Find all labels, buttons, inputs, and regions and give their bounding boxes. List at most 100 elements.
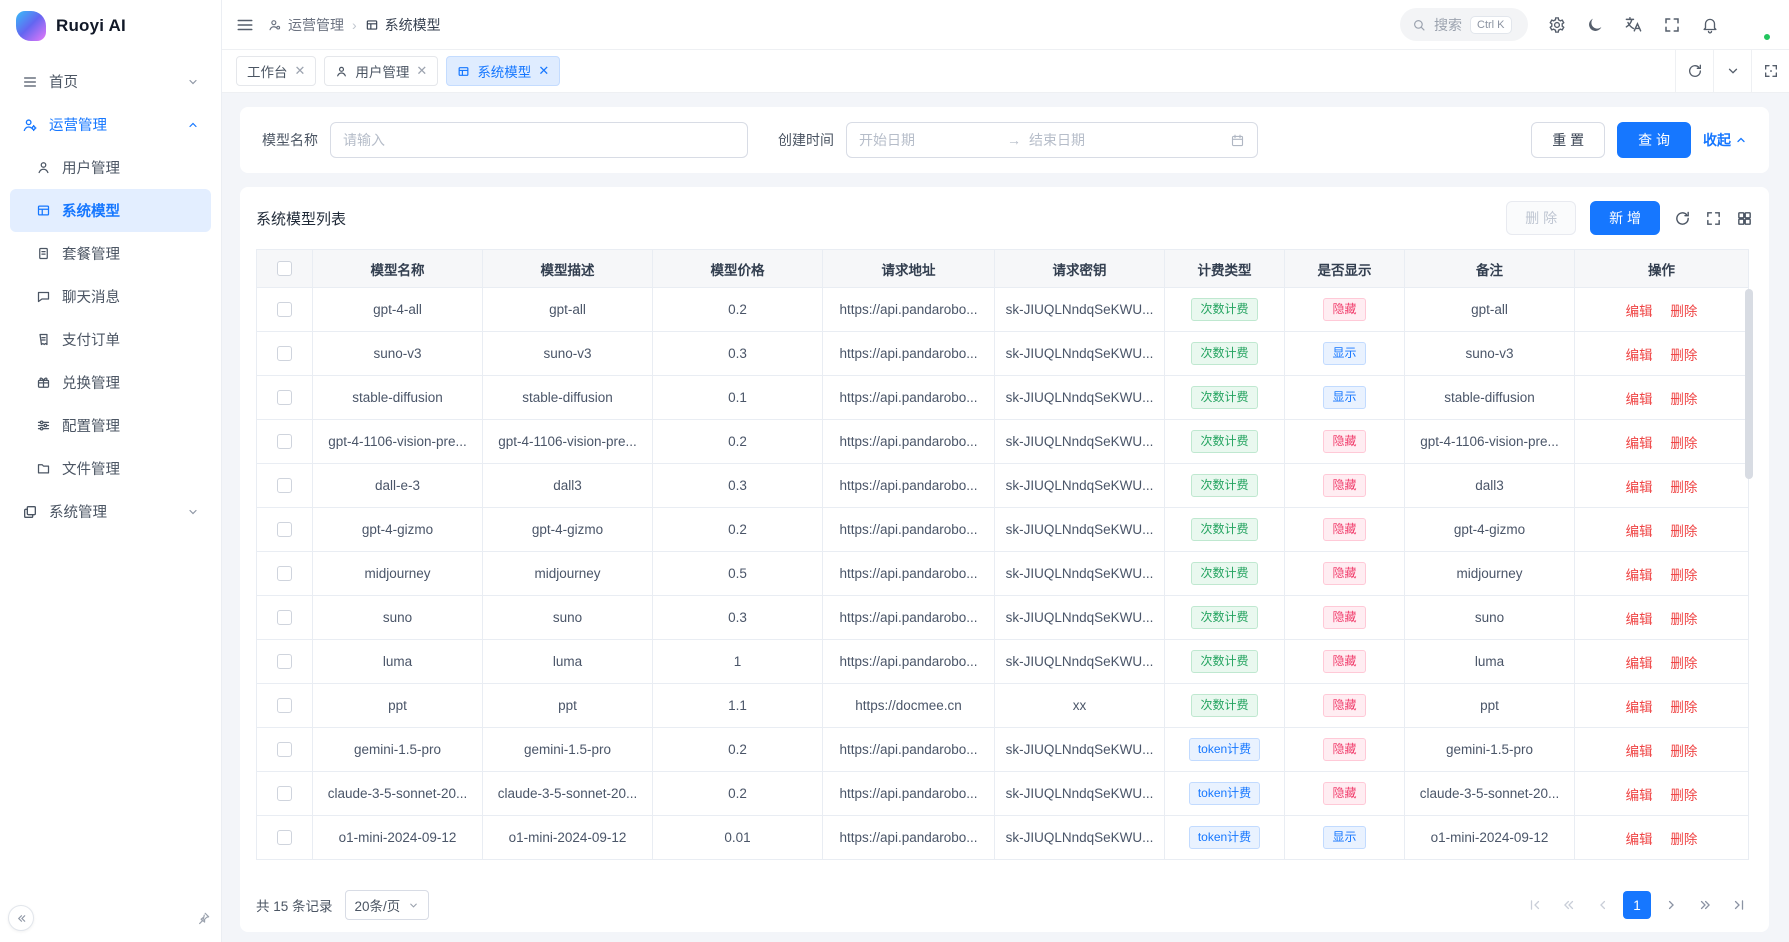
row-checkbox[interactable] xyxy=(277,302,292,317)
model-name-input[interactable] xyxy=(330,122,748,158)
add-button[interactable]: 新 增 xyxy=(1590,201,1660,235)
row-checkbox[interactable] xyxy=(277,830,292,845)
row-edit-link[interactable]: 编辑 xyxy=(1626,392,1653,407)
cell-model-name: claude-3-5-sonnet-20... xyxy=(313,772,483,816)
sidebar-item-payment-orders[interactable]: 支付订单 xyxy=(10,318,211,361)
row-checkbox[interactable] xyxy=(277,742,292,757)
cell-model-name: luma xyxy=(313,640,483,684)
row-edit-link[interactable]: 编辑 xyxy=(1626,436,1653,451)
row-edit-link[interactable]: 编辑 xyxy=(1626,568,1653,583)
row-delete-link[interactable]: 删除 xyxy=(1670,788,1697,803)
row-delete-link[interactable]: 删除 xyxy=(1670,612,1697,627)
table-vertical-scrollbar[interactable] xyxy=(1745,289,1753,479)
sidebar-item-config-management[interactable]: 配置管理 xyxy=(10,404,211,447)
table-card-header: 系统模型列表 删 除 新 增 xyxy=(256,201,1753,235)
row-checkbox[interactable] xyxy=(277,522,292,537)
row-delete-link[interactable]: 删除 xyxy=(1670,524,1697,539)
breadcrumb-item-operations[interactable]: 运营管理 xyxy=(268,15,344,35)
row-delete-link[interactable]: 删除 xyxy=(1670,392,1697,407)
row-checkbox[interactable] xyxy=(277,346,292,361)
row-checkbox[interactable] xyxy=(277,478,292,493)
batch-delete-button[interactable]: 删 除 xyxy=(1506,201,1576,235)
row-delete-link[interactable]: 删除 xyxy=(1670,304,1697,319)
row-checkbox[interactable] xyxy=(277,610,292,625)
global-search[interactable]: 搜索 Ctrl K xyxy=(1400,8,1528,41)
table-fullscreen-icon[interactable] xyxy=(1705,210,1722,227)
row-checkbox[interactable] xyxy=(277,434,292,449)
sidebar-item-home[interactable]: 首页 xyxy=(10,60,211,103)
close-icon[interactable]: ✕ xyxy=(295,63,306,79)
sidebar-item-package-management[interactable]: 套餐管理 xyxy=(10,232,211,275)
row-delete-link[interactable]: 删除 xyxy=(1670,348,1697,363)
row-edit-link[interactable]: 编辑 xyxy=(1626,788,1653,803)
dark-mode-moon-icon[interactable] xyxy=(1586,16,1604,34)
row-delete-link[interactable]: 删除 xyxy=(1670,656,1697,671)
column-settings-icon[interactable] xyxy=(1736,210,1753,227)
sidebar-item-system-model[interactable]: 系统模型 xyxy=(10,189,211,232)
sidebar-item-operations[interactable]: 运营管理 xyxy=(10,103,211,146)
select-all-checkbox[interactable] xyxy=(277,261,292,276)
tab-menu-chevron-icon[interactable] xyxy=(1713,50,1751,92)
hamburger-menu-icon[interactable] xyxy=(236,16,254,34)
end-date-input[interactable] xyxy=(1029,132,1169,148)
row-edit-link[interactable]: 编辑 xyxy=(1626,612,1653,627)
row-edit-link[interactable]: 编辑 xyxy=(1626,480,1653,495)
row-delete-link[interactable]: 删除 xyxy=(1670,744,1697,759)
pin-icon[interactable] xyxy=(197,911,211,925)
prev-page-button[interactable] xyxy=(1589,891,1617,919)
sidebar-item-chat-messages[interactable]: 聊天消息 xyxy=(10,275,211,318)
close-icon[interactable]: ✕ xyxy=(538,63,549,79)
notification-bell-icon[interactable] xyxy=(1701,16,1719,34)
next-5-pages-button[interactable] xyxy=(1691,891,1719,919)
tab-system-model[interactable]: 系统模型 ✕ xyxy=(446,56,560,86)
page-size-select[interactable]: 20条/页 xyxy=(345,890,430,920)
gear-icon[interactable] xyxy=(1548,16,1566,34)
first-page-button[interactable] xyxy=(1521,891,1549,919)
row-edit-link[interactable]: 编辑 xyxy=(1626,656,1653,671)
reset-button[interactable]: 重 置 xyxy=(1531,122,1605,158)
sidebar-item-exchange-management[interactable]: 兑换管理 xyxy=(10,361,211,404)
logo[interactable]: Ruoyi AI xyxy=(0,0,221,52)
row-edit-link[interactable]: 编辑 xyxy=(1626,304,1653,319)
row-delete-link[interactable]: 删除 xyxy=(1670,436,1697,451)
row-edit-link[interactable]: 编辑 xyxy=(1626,744,1653,759)
close-icon[interactable]: ✕ xyxy=(416,63,427,79)
start-date-input[interactable] xyxy=(859,132,999,148)
next-page-button[interactable] xyxy=(1657,891,1685,919)
row-checkbox[interactable] xyxy=(277,566,292,581)
fullscreen-icon[interactable] xyxy=(1663,16,1681,34)
cell-request-key: sk-JIUQLNndqSeKWU... xyxy=(995,728,1165,772)
breadcrumb-item-system-model[interactable]: 系统模型 xyxy=(365,15,441,35)
date-range-picker[interactable]: → xyxy=(846,122,1258,158)
row-edit-link[interactable]: 编辑 xyxy=(1626,832,1653,847)
row-edit-link[interactable]: 编辑 xyxy=(1626,700,1653,715)
user-avatar[interactable] xyxy=(1739,9,1771,41)
row-edit-link[interactable]: 编辑 xyxy=(1626,348,1653,363)
query-button[interactable]: 查 询 xyxy=(1617,122,1691,158)
sidebar-collapse-button[interactable] xyxy=(8,905,34,931)
sidebar-item-file-management[interactable]: 文件管理 xyxy=(10,447,211,490)
row-edit-link[interactable]: 编辑 xyxy=(1626,524,1653,539)
refresh-table-icon[interactable] xyxy=(1674,210,1691,227)
prev-5-pages-button[interactable] xyxy=(1555,891,1583,919)
sidebar-item-system-management[interactable]: 系统管理 xyxy=(10,490,211,533)
row-delete-link[interactable]: 删除 xyxy=(1670,700,1697,715)
sidebar-item-user-management[interactable]: 用户管理 xyxy=(10,146,211,189)
row-checkbox[interactable] xyxy=(277,698,292,713)
last-page-button[interactable] xyxy=(1725,891,1753,919)
row-checkbox[interactable] xyxy=(277,390,292,405)
row-delete-link[interactable]: 删除 xyxy=(1670,832,1697,847)
refresh-tab-icon[interactable] xyxy=(1675,50,1713,92)
row-delete-link[interactable]: 删除 xyxy=(1670,568,1697,583)
translate-icon[interactable] xyxy=(1624,15,1643,34)
cell-model-desc: gpt-4-gizmo xyxy=(483,508,653,552)
tab-user-management[interactable]: 用户管理 ✕ xyxy=(324,56,438,86)
row-checkbox[interactable] xyxy=(277,786,292,801)
row-checkbox[interactable] xyxy=(277,654,292,669)
content-fullscreen-icon[interactable] xyxy=(1751,50,1789,92)
tab-workbench[interactable]: 工作台 ✕ xyxy=(236,56,316,86)
row-delete-link[interactable]: 删除 xyxy=(1670,480,1697,495)
collapse-filter-link[interactable]: 收起 xyxy=(1703,130,1747,150)
table-scroll-area[interactable]: 模型名称 模型描述 模型价格 请求地址 请求密钥 计费类型 是否显示 备注 操作 xyxy=(256,249,1753,878)
current-page-button[interactable]: 1 xyxy=(1623,891,1651,919)
